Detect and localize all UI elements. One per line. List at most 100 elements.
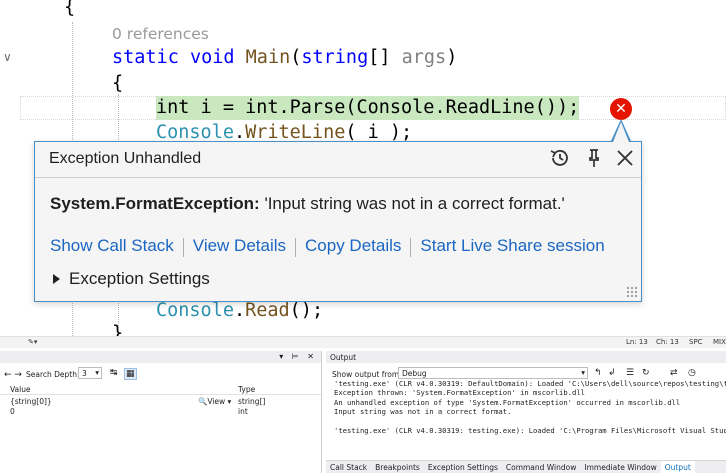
code-line-inner-brace: { [112,73,124,94]
line-ending-mode: MIX [713,338,726,346]
error-icon[interactable]: ✕ [610,98,632,120]
punct: . [233,122,246,143]
code-line-close-brace: } [112,323,124,336]
view-details-link[interactable]: View Details [193,236,286,257]
output-source-select[interactable]: Debug ▾ [398,367,588,379]
keyword: void [189,47,235,68]
line-number: Ln: 13 [626,338,648,346]
visualizer-label: View [207,397,226,406]
find-next-icon[interactable]: ↲ [608,368,616,378]
table-row[interactable]: {string[0]} 🔍View ▾ string[] [0,397,321,406]
cell-type: int [238,407,248,416]
method-name: Main [245,47,291,68]
method-name: Read [245,300,290,321]
output-panel: Output Show output from: Debug ▾ ↰ ↲ ☰ ↻… [326,351,726,473]
tab-command-window[interactable]: Command Window [502,461,581,473]
cell-type: string[] [238,397,266,406]
tab-immediate-window[interactable]: Immediate Window [580,461,660,473]
toggle-wrap-icon[interactable]: ⇄ [670,368,678,378]
tool-window-tabs: Call Stack Breakpoints Exception Setting… [326,460,726,473]
history-icon[interactable] [548,147,572,171]
code-line-main-signature: static void Main(string[] args) [112,46,457,70]
popup-title: Exception Unhandled [49,150,202,167]
output-line: Exception thrown: 'System.FormatExceptio… [334,388,585,398]
tab-call-stack[interactable]: Call Stack [326,461,371,473]
output-line: Input string was not in a correct format… [334,407,512,417]
exception-actions: Show Call Stack View Details Copy Detail… [50,236,605,257]
search-depth-value: 3 [82,369,87,378]
pin-icon[interactable]: ↹ [110,368,118,378]
class-name: Console [156,122,234,143]
code-line-exception-statement: int i = int.Parse(Console.ReadLine()); [156,96,580,120]
brush-icon[interactable]: ✎▾ [28,338,37,346]
collapse-chevron-icon[interactable]: ∨ [3,50,17,64]
panel-window-icons[interactable]: ▾ ⊨ ✕ [279,352,317,361]
type-name: string [301,47,369,68]
whitespace-mode: SPC [689,338,703,346]
punct: [] [368,47,402,68]
find-message-icon[interactable]: ↰ [594,368,602,378]
exception-type: System.FormatException: [50,194,260,213]
close-icon[interactable] [613,147,637,171]
code-line-read: Console.Read(); [156,299,323,323]
exception-settings-expander[interactable]: Exception Settings [53,269,210,289]
output-source-value: Debug [402,369,427,378]
output-line: An unhandled exception of type 'System.F… [334,397,681,407]
divider [410,238,412,257]
punct: ( [290,47,302,68]
exception-text: 'Input string was not in a correct forma… [259,194,565,213]
locals-panel: ▾ ⊨ ✕ ← → Search Depth: 3 ▾ ↹ ▦ Value Ty… [0,351,322,473]
copy-details-link[interactable]: Copy Details [305,236,401,257]
column-header-value[interactable]: Value [10,385,31,394]
search-back-icon[interactable]: ← → [4,370,22,380]
punct: . [233,300,246,321]
popup-pointer-inner [613,122,629,142]
locals-grid-header: Value Type [0,384,321,395]
show-output-label: Show output from: [332,370,402,379]
panel-title: Output [330,353,357,362]
tab-exception-settings[interactable]: Exception Settings [424,461,502,473]
class-name: Console [156,300,234,321]
cell-value: 0 [10,407,15,416]
timer-icon[interactable]: ◷ [688,368,696,378]
divider [182,238,184,257]
search-depth-label: Search Depth: [26,370,80,379]
punct: ( i ); [345,122,413,143]
punct: ) [446,47,458,68]
cell-value: {string[0]} [10,397,52,406]
method-name: WriteLine [245,122,346,143]
output-line: 'testing.exe' (CLR v4.0.30319: testing.e… [334,426,726,436]
word-wrap-icon[interactable]: ↻ [642,368,650,378]
visualizer-button[interactable]: 🔍View ▾ [198,397,231,406]
show-call-stack-link[interactable]: Show Call Stack [50,236,174,257]
start-live-share-link[interactable]: Start Live Share session [420,236,604,257]
output-text[interactable]: 'testing.exe' (CLR v4.0.30319: DefaultDo… [334,379,726,435]
codelens-references[interactable]: 0 references [112,25,209,43]
punct: (); [289,300,324,321]
tab-output[interactable]: Output [660,461,695,473]
exception-message: System.FormatException: 'Input string wa… [50,194,565,214]
chevron-down-icon: ▾ [95,368,99,377]
exception-settings-label: Exception Settings [69,269,210,288]
editor-status-strip: ✎▾ Ln: 13 Ch: 13 SPC MIX [0,336,726,348]
search-depth-select[interactable]: 3 ▾ [78,367,102,379]
pin-icon[interactable] [582,147,606,171]
popup-header: Exception Unhandled [35,142,641,178]
exception-helper-popup: Exception Unhandled System.FormatExcepti… [34,141,642,302]
table-row[interactable]: 0 int [0,407,321,416]
expand-triangle-icon [53,274,60,284]
tab-breakpoints[interactable]: Breakpoints [371,461,424,473]
clear-all-icon[interactable]: ☰ [626,368,634,378]
grid-view-icon[interactable]: ▦ [124,368,137,380]
divider [295,238,297,257]
resize-grip-icon[interactable] [626,286,638,298]
keyword: static [112,47,179,68]
output-line: 'testing.exe' (CLR v4.0.30319: DefaultDo… [334,379,726,388]
chevron-down-icon: ▾ [581,368,585,377]
panel-title-bar: Output [326,351,726,363]
parameter-name: args [401,47,447,68]
column-header-type[interactable]: Type [238,385,255,394]
column-number: Ch: 13 [656,338,679,346]
search-row: ← → Search Depth: 3 ▾ ↹ ▦ [0,365,321,381]
